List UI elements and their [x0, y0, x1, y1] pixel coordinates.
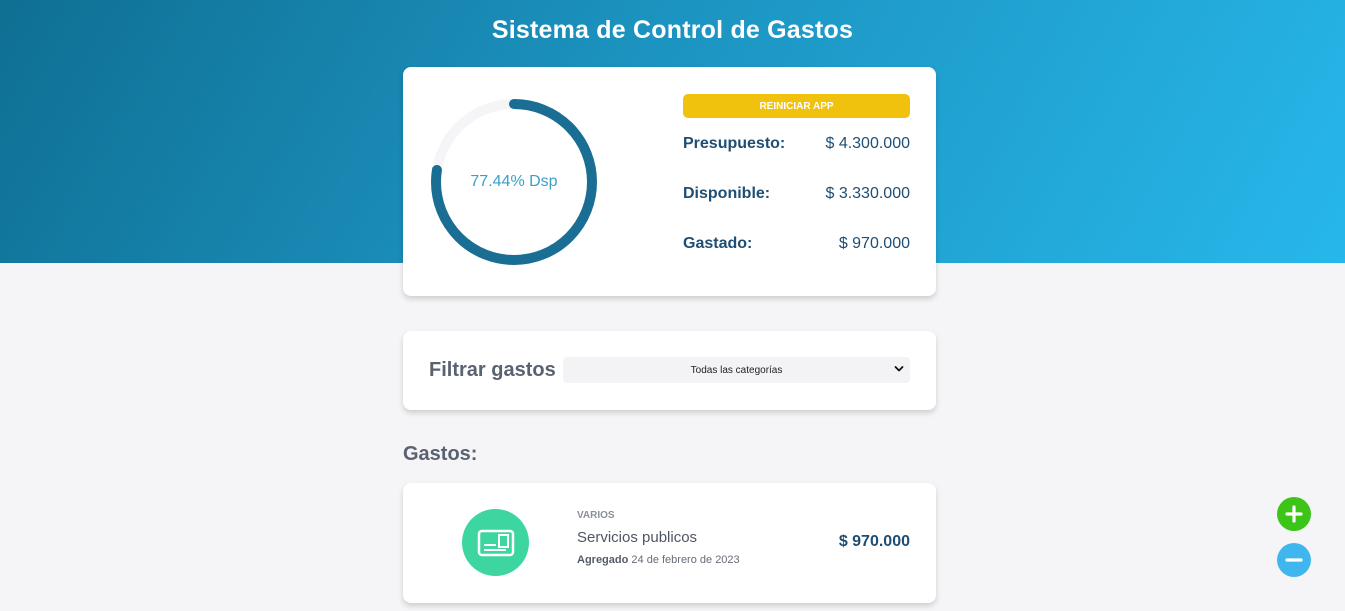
expenses-title: Gastos:: [403, 443, 478, 465]
spent-label: Gastado:: [683, 235, 753, 252]
progress-label: 77.44% Dsp: [470, 173, 558, 190]
spent-value: $ 970.000: [838, 235, 910, 252]
expense-item[interactable]: VARIOS Servicios publicos Agregado 24 de…: [403, 483, 936, 603]
expense-date-line: Agregado 24 de febrero de 2023: [577, 554, 740, 566]
budget-value: $ 4.300.000: [825, 135, 910, 152]
minus-icon: [1285, 558, 1303, 562]
reset-app-button[interactable]: REINICIAR APP: [683, 94, 910, 118]
expense-name: Servicios publicos: [577, 529, 698, 546]
expense-date: 24 de febrero de 2023: [631, 554, 740, 566]
remove-button[interactable]: [1277, 543, 1311, 577]
plus-icon: [1285, 505, 1303, 523]
add-expense-button[interactable]: [1277, 497, 1311, 531]
available-row: Disponible: $ 3.330.000: [683, 183, 910, 205]
budget-card: 77.44% Dsp REINICIAR APP Presupuesto: $ …: [403, 67, 936, 296]
filter-card: Filtrar gastos Todas las categorías: [403, 331, 936, 410]
filter-selected-value: Todas las categorías: [690, 364, 783, 376]
budget-progress-ring: 77.44% Dsp: [425, 93, 603, 271]
chevron-down-icon: [894, 366, 904, 372]
expense-date-prefix: Agregado: [577, 554, 629, 566]
filter-label: Filtrar gastos: [429, 359, 556, 381]
expense-amount: $ 970.000: [838, 533, 910, 550]
budget-label: Presupuesto:: [683, 135, 786, 152]
app-title: Sistema de Control de Gastos: [491, 16, 854, 44]
expense-category: VARIOS: [577, 510, 615, 521]
available-value: $ 3.330.000: [825, 185, 910, 202]
id-card-icon: [462, 509, 529, 576]
budget-row: Presupuesto: $ 4.300.000: [683, 133, 910, 155]
spent-row: Gastado: $ 970.000: [683, 233, 910, 255]
category-filter-select[interactable]: Todas las categorías: [563, 357, 910, 383]
available-label: Disponible:: [683, 185, 771, 202]
